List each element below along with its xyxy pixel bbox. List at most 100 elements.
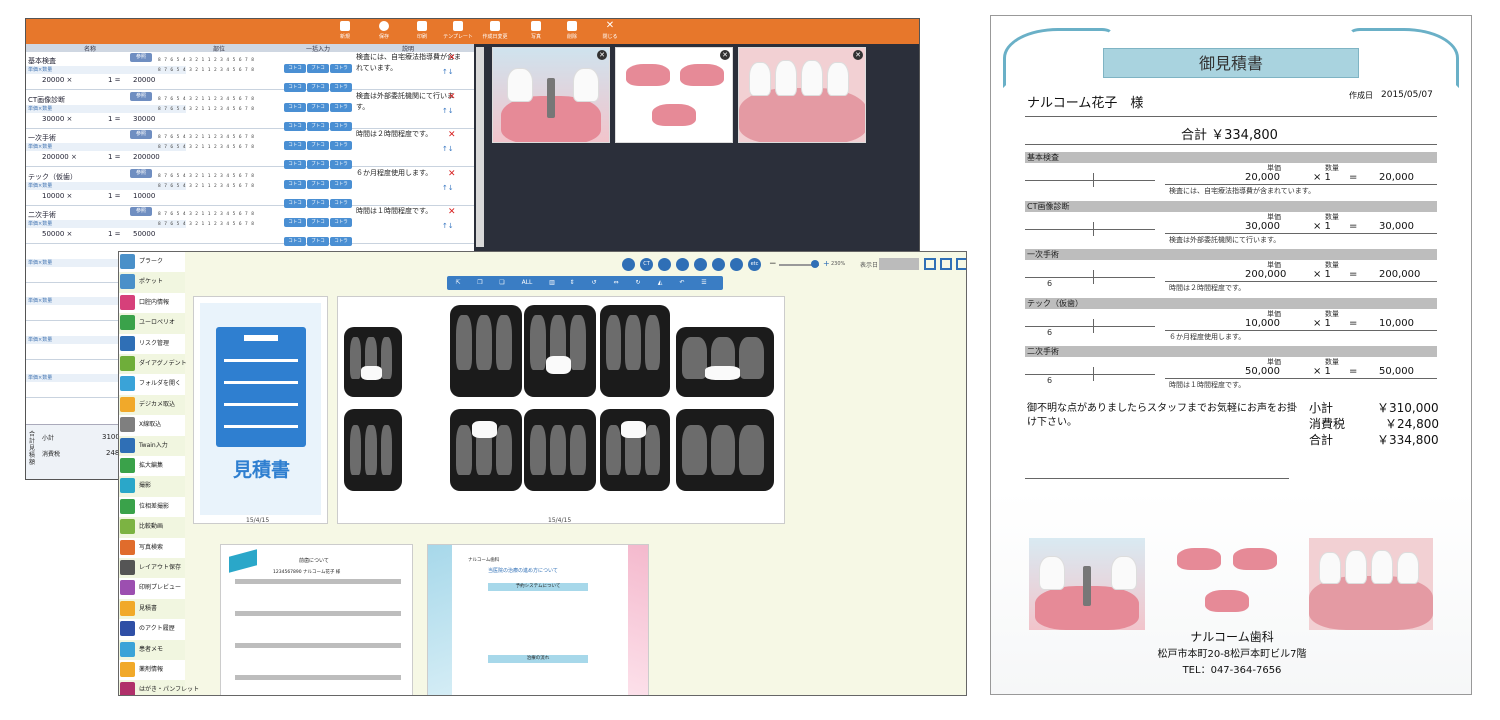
- save-button[interactable]: 保存: [368, 20, 400, 43]
- sidebar-item[interactable]: のアクト履歴: [119, 619, 185, 640]
- item-name[interactable]: 二次手術: [28, 210, 56, 220]
- quantity[interactable]: 1 =: [108, 153, 121, 161]
- reference-button[interactable]: 参照: [130, 168, 152, 178]
- denture-photo[interactable]: ✕: [615, 47, 733, 143]
- flip-vertical-icon[interactable]: ⇕: [567, 278, 577, 288]
- zoom-in-icon[interactable]: +: [823, 259, 830, 268]
- table-scrollbar[interactable]: [476, 47, 484, 247]
- sidebar-item[interactable]: プラーク: [119, 252, 185, 273]
- sidebar-item[interactable]: 患者メモ: [119, 639, 185, 660]
- paste-icon[interactable]: ❏: [497, 278, 507, 288]
- treatment-flow-document[interactable]: ナルコーム歯科 当医院の治療の進め方について 予約システムについて 治療の流れ: [427, 544, 649, 695]
- reorder-arrows-icon[interactable]: ↑↓: [442, 145, 454, 153]
- bulk-input-button[interactable]: コトコ: [284, 179, 306, 189]
- xray-image[interactable]: [600, 409, 670, 491]
- bulk-input-button[interactable]: コトラ: [330, 64, 352, 73]
- reference-button[interactable]: 参照: [130, 53, 152, 62]
- rotate-left-icon[interactable]: ↺: [589, 278, 599, 288]
- quantity[interactable]: 1 =: [108, 230, 121, 238]
- unit-price[interactable]: 200000 ×: [42, 153, 77, 161]
- reference-button[interactable]: 参照: [130, 91, 152, 101]
- delete-row-icon[interactable]: ✕: [448, 53, 456, 63]
- flip-horizontal-icon[interactable]: ⇔: [611, 278, 621, 288]
- sidebar-item[interactable]: デジカメ取込: [119, 394, 185, 416]
- new-button[interactable]: 新規: [329, 20, 361, 43]
- anterior-teeth-document[interactable]: 前歯について 1234567890 ナルコーム花子 様: [220, 544, 413, 695]
- sidebar-item[interactable]: 口腔内情報: [119, 292, 185, 314]
- sidebar-item[interactable]: 薬剤情報: [119, 660, 185, 681]
- display-date-field[interactable]: [879, 258, 919, 270]
- sidebar-item[interactable]: ダイアグノデント: [119, 354, 187, 375]
- delete-row-icon[interactable]: ✕: [448, 207, 456, 217]
- sidebar-item[interactable]: 撮影: [119, 476, 185, 497]
- sidebar-item[interactable]: 拡大編集: [119, 456, 185, 477]
- select-all-button[interactable]: ALL: [517, 278, 537, 288]
- trash-icon[interactable]: ▥: [547, 278, 557, 288]
- bulk-input-button[interactable]: ブトコ: [307, 102, 329, 112]
- tool-round-7[interactable]: [730, 258, 743, 271]
- delete-row-icon[interactable]: ✕: [448, 130, 456, 140]
- xray-image[interactable]: [450, 409, 522, 491]
- bulk-input-button[interactable]: ブトコ: [307, 64, 329, 73]
- bulk-input-button[interactable]: ブトコ: [307, 218, 329, 227]
- remove-photo-icon[interactable]: ✕: [597, 50, 607, 60]
- reorder-arrows-icon[interactable]: ↑↓: [442, 184, 454, 192]
- sidebar-item[interactable]: ユーロペリオ: [119, 313, 185, 334]
- sidebar-item[interactable]: 位相差撮影: [119, 496, 185, 518]
- reorder-arrows-icon[interactable]: ↑↓: [442, 68, 454, 76]
- sidebar-item[interactable]: リスク管理: [119, 333, 185, 354]
- xray-image[interactable]: [344, 327, 402, 397]
- sidebar-item[interactable]: 写真検索: [119, 537, 185, 558]
- mirror-icon[interactable]: ◭: [655, 278, 665, 288]
- sidebar-item[interactable]: フォルダを開く: [119, 374, 185, 395]
- tool-round-4[interactable]: [676, 258, 689, 271]
- rotate-right-icon[interactable]: ↻: [633, 278, 643, 288]
- tool-round-6[interactable]: [712, 258, 725, 271]
- view-toggle-1[interactable]: [924, 258, 936, 270]
- reorder-arrows-icon[interactable]: ↑↓: [442, 222, 454, 230]
- export-icon[interactable]: ⇱: [453, 278, 463, 288]
- item-name[interactable]: テック（仮歯）: [28, 172, 77, 182]
- quantity[interactable]: 1 =: [108, 192, 121, 200]
- item-name[interactable]: 基本検査: [28, 56, 56, 66]
- bulk-input-button[interactable]: ブトコ: [307, 179, 329, 189]
- bulk-input-button[interactable]: ブトコ: [307, 141, 329, 150]
- zoom-slider-handle[interactable]: [811, 260, 819, 268]
- unit-price[interactable]: 30000 ×: [42, 115, 72, 123]
- reorder-arrows-icon[interactable]: ↑↓: [442, 107, 454, 115]
- xray-image[interactable]: [524, 409, 596, 491]
- delete-button[interactable]: 削除: [556, 20, 588, 43]
- xray-series-page[interactable]: 15/4/15: [337, 296, 785, 524]
- sidebar-item[interactable]: ポケット: [119, 272, 185, 293]
- etc-button[interactable]: etc: [748, 258, 761, 271]
- sidebar-item[interactable]: 比較動画: [119, 517, 185, 538]
- quantity[interactable]: 1 =: [108, 115, 121, 123]
- gum-photo[interactable]: ✕: [738, 47, 866, 143]
- bulk-input-button[interactable]: コトコ: [284, 64, 306, 73]
- bulk-input-button[interactable]: コトコ: [284, 218, 306, 227]
- tool-round-3[interactable]: [658, 258, 671, 271]
- zoom-out-icon[interactable]: −: [769, 259, 777, 269]
- implant-photo[interactable]: ✕: [492, 47, 610, 143]
- xray-image[interactable]: [600, 305, 670, 397]
- xray-image[interactable]: [524, 305, 596, 397]
- template-button[interactable]: テンプレート: [442, 20, 474, 43]
- list-icon[interactable]: ☰: [699, 278, 709, 288]
- delete-row-icon[interactable]: ✕: [448, 169, 456, 179]
- quantity[interactable]: 1 =: [108, 76, 121, 84]
- tool-round-1[interactable]: [622, 258, 635, 271]
- bulk-input-button[interactable]: コトラ: [330, 218, 352, 227]
- remove-photo-icon[interactable]: ✕: [853, 50, 863, 60]
- bulk-input-button[interactable]: コトコ: [284, 141, 306, 150]
- reference-button[interactable]: 参照: [130, 207, 152, 216]
- sidebar-item[interactable]: 見積書: [119, 598, 185, 620]
- view-toggle-3[interactable]: [956, 258, 966, 270]
- bulk-input-button[interactable]: コトコ: [284, 102, 306, 112]
- xray-image[interactable]: [676, 327, 774, 397]
- copy-icon[interactable]: ❐: [475, 278, 485, 288]
- bulk-input-button[interactable]: コトラ: [330, 179, 352, 189]
- xray-image[interactable]: [450, 305, 522, 397]
- unit-price[interactable]: 50000 ×: [42, 230, 72, 238]
- view-toggle-2[interactable]: [940, 258, 952, 270]
- print-button[interactable]: 印刷: [406, 20, 438, 43]
